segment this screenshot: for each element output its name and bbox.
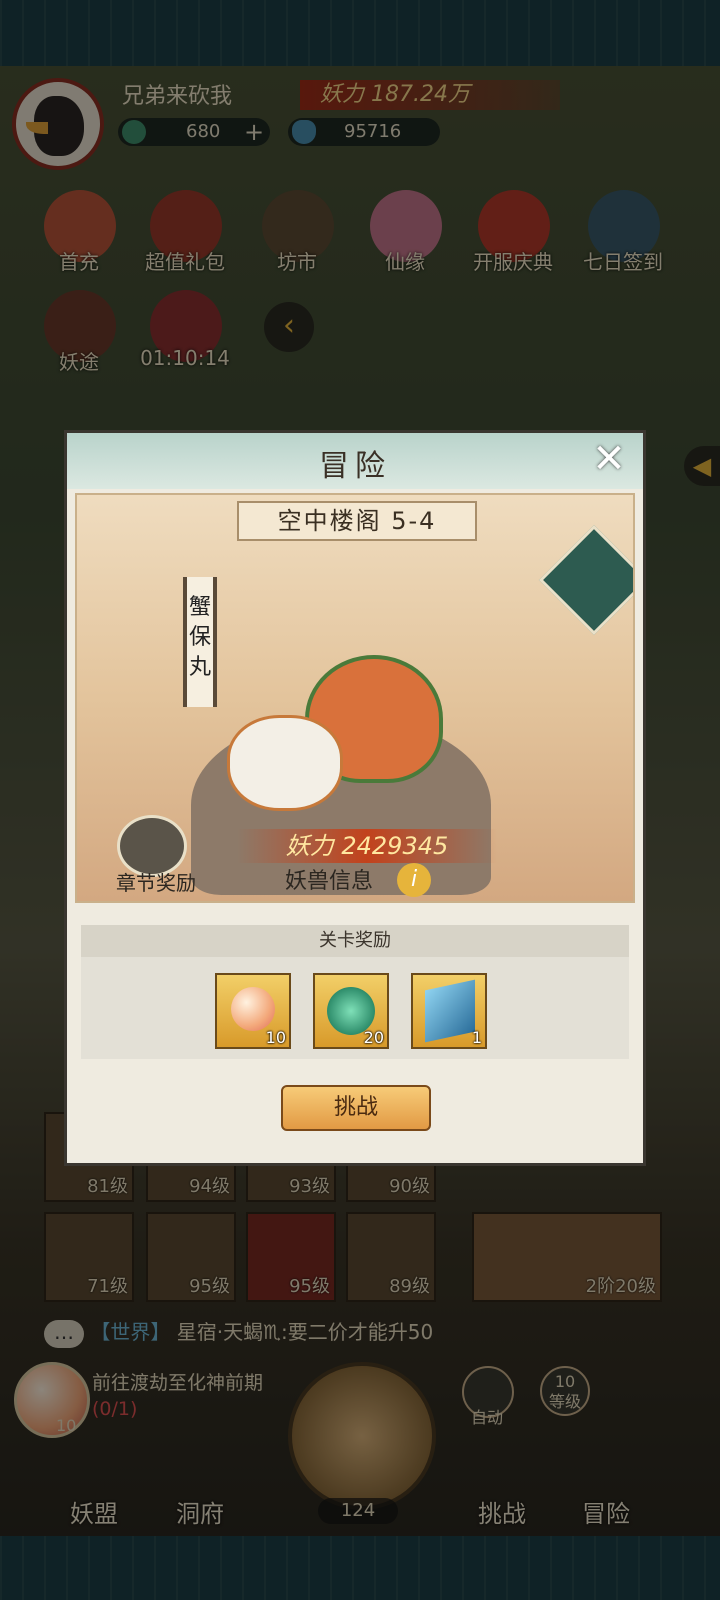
beast-info-label[interactable]: 妖兽信息 — [285, 863, 373, 895]
chapter-reward-label[interactable]: 章节奖励 — [91, 867, 221, 896]
adventure-modal: 冒险 ✕ 空中楼阁 5-4 蟹保丸 妖力 2429345 章节奖励 妖兽信息 i… — [64, 430, 646, 1166]
reward-count: 10 — [265, 1028, 286, 1047]
stage-power: 妖力 2429345 — [237, 829, 497, 863]
boss-name-scroll: 蟹保丸 — [183, 577, 217, 707]
reward-item[interactable]: 20 — [313, 973, 389, 1049]
modal-title: 冒险 — [319, 449, 391, 484]
stage-reward-panel: 关卡奖励 10 20 1 — [81, 925, 629, 1059]
challenge-button[interactable]: 挑战 — [281, 1085, 431, 1131]
talisman-scroll-icon — [425, 979, 475, 1043]
lion-pet-character[interactable] — [227, 715, 343, 811]
info-icon[interactable]: i — [397, 863, 431, 897]
reward-count: 1 — [471, 1028, 482, 1047]
hero-portrait-icon[interactable] — [538, 524, 633, 636]
reward-item[interactable]: 1 — [411, 973, 487, 1049]
peach-icon — [231, 987, 275, 1031]
reward-item[interactable]: 10 — [215, 973, 291, 1049]
stage-scene: 空中楼阁 5-4 蟹保丸 妖力 2429345 章节奖励 妖兽信息 i — [75, 493, 635, 903]
stage-name: 空中楼阁 5-4 — [237, 501, 477, 541]
reward-count: 20 — [363, 1028, 384, 1047]
close-icon[interactable]: ✕ — [589, 439, 629, 479]
reward-header: 关卡奖励 — [81, 925, 629, 957]
